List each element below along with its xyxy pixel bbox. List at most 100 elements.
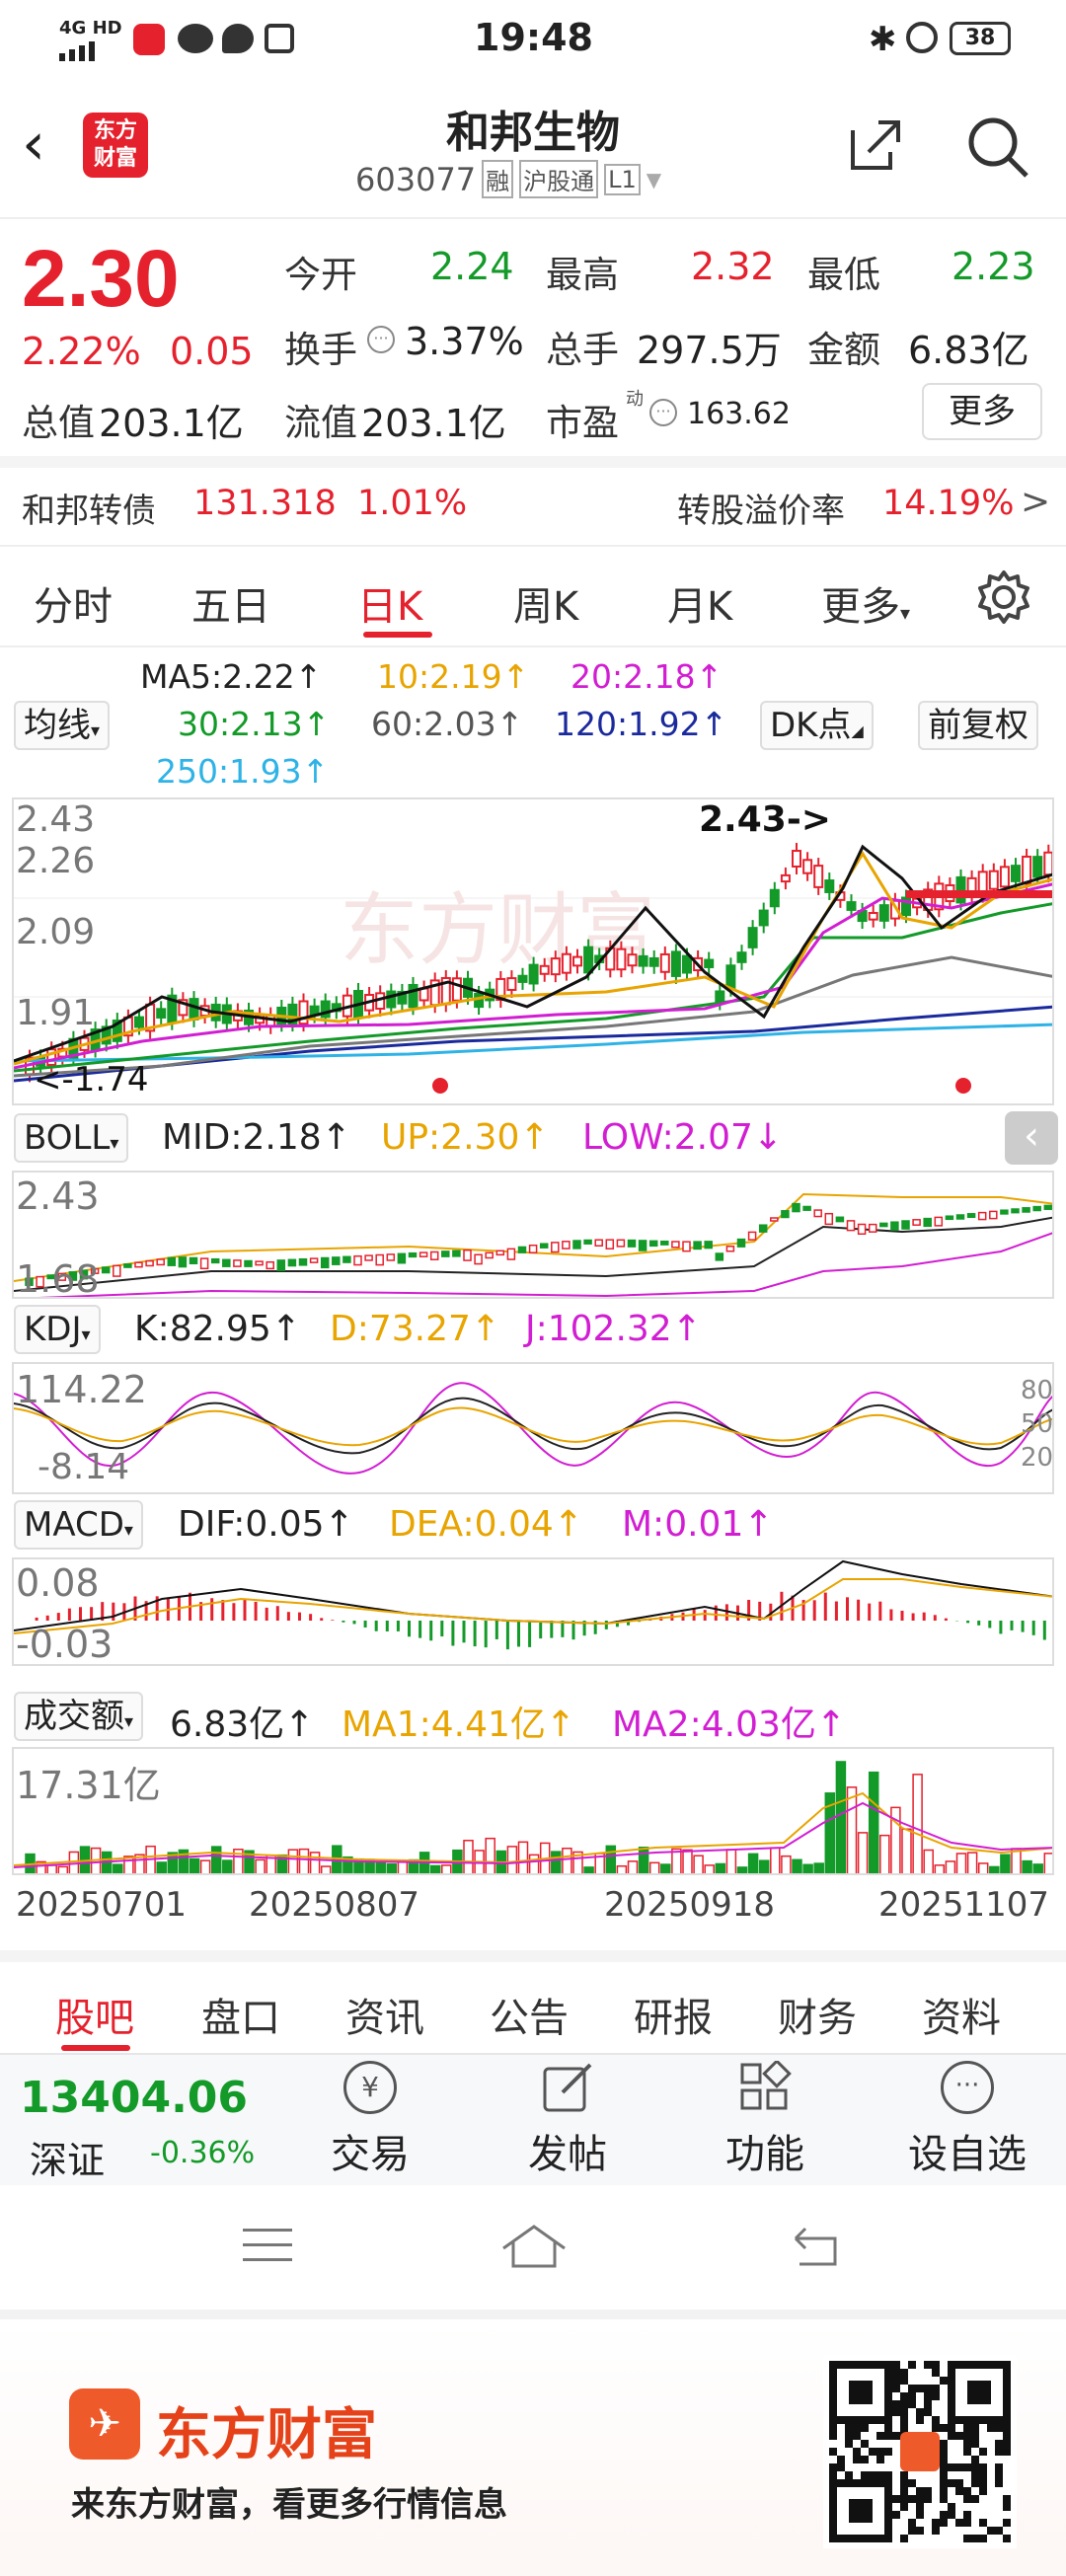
stock-code-row[interactable]: 603077 融 沪股通 L1 ▼ — [355, 160, 661, 198]
qr-module — [829, 2424, 837, 2432]
share-icon[interactable] — [845, 116, 904, 176]
pe-info-icon[interactable]: ··· — [649, 399, 677, 426]
qr-module — [971, 2495, 979, 2503]
boll-candle — [255, 1260, 264, 1266]
index-name: 深证 — [30, 2139, 106, 2182]
tab-guba[interactable]: 股吧 — [55, 1986, 134, 2043]
add-watchlist-button[interactable]: ··· 设自选 — [888, 2061, 1046, 2179]
boll-candle — [495, 1250, 505, 1256]
qr-module — [884, 2471, 892, 2479]
info-icon[interactable]: ··· — [367, 326, 395, 353]
tab-news[interactable]: 资讯 — [345, 1986, 424, 2043]
candle — [769, 881, 780, 915]
volume-bar — [955, 1853, 967, 1873]
qr-module — [955, 2487, 963, 2495]
volume-bar — [638, 1847, 649, 1873]
tab-finance[interactable]: 财务 — [778, 1986, 857, 2043]
candle — [419, 980, 429, 1009]
boll-candle — [627, 1239, 637, 1248]
boll-candle — [725, 1246, 735, 1252]
volume-chart[interactable]: 17.31亿 — [12, 1747, 1054, 1875]
qr-module — [908, 2479, 916, 2487]
macd-dea: DEA:0.04↑ — [389, 1504, 583, 1545]
boll-selector[interactable]: BOLL▾ — [14, 1113, 129, 1163]
qr-code[interactable] — [823, 2355, 1017, 2548]
adjust-button[interactable]: 前复权 — [918, 701, 1038, 750]
function-button[interactable]: 功能 — [711, 2059, 819, 2179]
macd-chart[interactable]: 0.08 -0.03 — [12, 1557, 1054, 1666]
ma-selector[interactable]: 均线▾ — [14, 701, 111, 750]
chevron-right-icon: > — [1021, 482, 1051, 522]
volume-bar — [320, 1865, 332, 1873]
home-icon[interactable] — [499, 2221, 569, 2274]
yen-icon: ¥ — [343, 2061, 397, 2114]
boll-candle — [539, 1243, 549, 1249]
qr-module — [971, 2432, 979, 2440]
settings-gear-icon[interactable] — [975, 568, 1032, 626]
qr-module — [979, 2479, 987, 2487]
search-icon[interactable] — [965, 114, 1030, 180]
content-tabs: 股吧 盘口 资讯 公告 研报 财务 资料 — [0, 1962, 1066, 2053]
tab-daily-k[interactable]: 日K — [357, 574, 422, 632]
tab-5day[interactable]: 五日 — [191, 574, 270, 632]
tab-more[interactable]: 更多▾ — [821, 574, 910, 632]
volume-bar — [287, 1849, 299, 1873]
menu-icon[interactable] — [243, 2229, 292, 2261]
tab-intraday[interactable]: 分时 — [34, 574, 113, 632]
qr-module — [979, 2471, 987, 2479]
volume-bar — [528, 1854, 540, 1873]
pe-label: 市盈 — [546, 402, 619, 444]
qr-module — [932, 2527, 940, 2535]
boll-candle — [506, 1248, 516, 1260]
qr-module — [900, 2416, 908, 2424]
post-button[interactable]: 发帖 — [513, 2061, 622, 2179]
qr-module — [900, 2377, 908, 2385]
index-value[interactable]: 13404.06 — [20, 2073, 248, 2123]
volume-bar — [145, 1845, 156, 1873]
qr-module — [916, 2416, 924, 2424]
qr-module — [900, 2487, 908, 2495]
convertible-bond-row[interactable]: 和邦转债 131.318 1.01% 转股溢价率 14.19% > — [0, 468, 1066, 545]
dropdown-icon: ▼ — [646, 167, 662, 191]
qr-module — [892, 2495, 900, 2503]
qr-module — [908, 2400, 916, 2408]
boll-candle — [298, 1257, 308, 1266]
boll-legend: BOLL▾ MID:2.18↑ UP:2.30↑ LOW:2.07↓ ‹ — [0, 1109, 1066, 1169]
collapse-button[interactable]: ‹ — [1005, 1111, 1058, 1165]
volume-bar — [255, 1858, 266, 1873]
tab-handicap[interactable]: 盘口 — [201, 1986, 280, 2043]
tab-weekly-k[interactable]: 周K — [513, 574, 578, 632]
volume-bar — [46, 1864, 57, 1873]
more-button[interactable]: 更多 — [922, 383, 1042, 440]
boll-candle — [222, 1258, 231, 1267]
boll-candle — [353, 1254, 362, 1266]
kdj-selector[interactable]: KDJ▾ — [14, 1305, 101, 1354]
kdj-chart[interactable]: 114.22 -8.14 80 50 20 — [12, 1362, 1054, 1494]
tab-profile[interactable]: 资料 — [922, 1986, 1001, 2043]
boll-chart[interactable]: 2.43 1.68 — [12, 1171, 1054, 1299]
ma-selector-label: 均线 — [24, 706, 91, 745]
qr-module — [932, 2369, 940, 2377]
trade-button[interactable]: ¥ 交易 — [316, 2061, 424, 2179]
ma60-value: 60:2.03↑ — [371, 705, 524, 743]
tab-monthly-k[interactable]: 月K — [667, 574, 732, 632]
boll-candle — [517, 1246, 527, 1253]
macd-selector[interactable]: MACD▾ — [14, 1500, 143, 1550]
float-label: 流值 — [284, 402, 357, 444]
volume-bar — [912, 1774, 923, 1873]
dk-point-button[interactable]: DK点◢ — [760, 701, 874, 750]
boll-candle — [1022, 1207, 1030, 1213]
vol-selector[interactable]: 成交额▾ — [14, 1692, 144, 1741]
back-nav-icon[interactable] — [786, 2225, 845, 2274]
promo-banner: ✈ 东方财富 来东方财富，看更多行情信息 — [0, 2310, 1066, 2576]
qr-module — [971, 2471, 979, 2479]
tab-announcements[interactable]: 公告 — [490, 1986, 569, 2043]
qr-module — [1003, 2448, 1011, 2456]
kdj-k: K:82.95↑ — [134, 1309, 301, 1349]
boll-candle — [113, 1264, 121, 1277]
level-80: 80 — [1021, 1376, 1054, 1405]
kline-chart[interactable]: 东方财富 2.43 2.26 2.09 1.91 2.43-> <-1.74 — [12, 797, 1054, 1105]
y-label: 2.43 — [16, 799, 96, 840]
tab-research[interactable]: 研报 — [634, 1986, 713, 2043]
volume-bar — [770, 1847, 781, 1873]
